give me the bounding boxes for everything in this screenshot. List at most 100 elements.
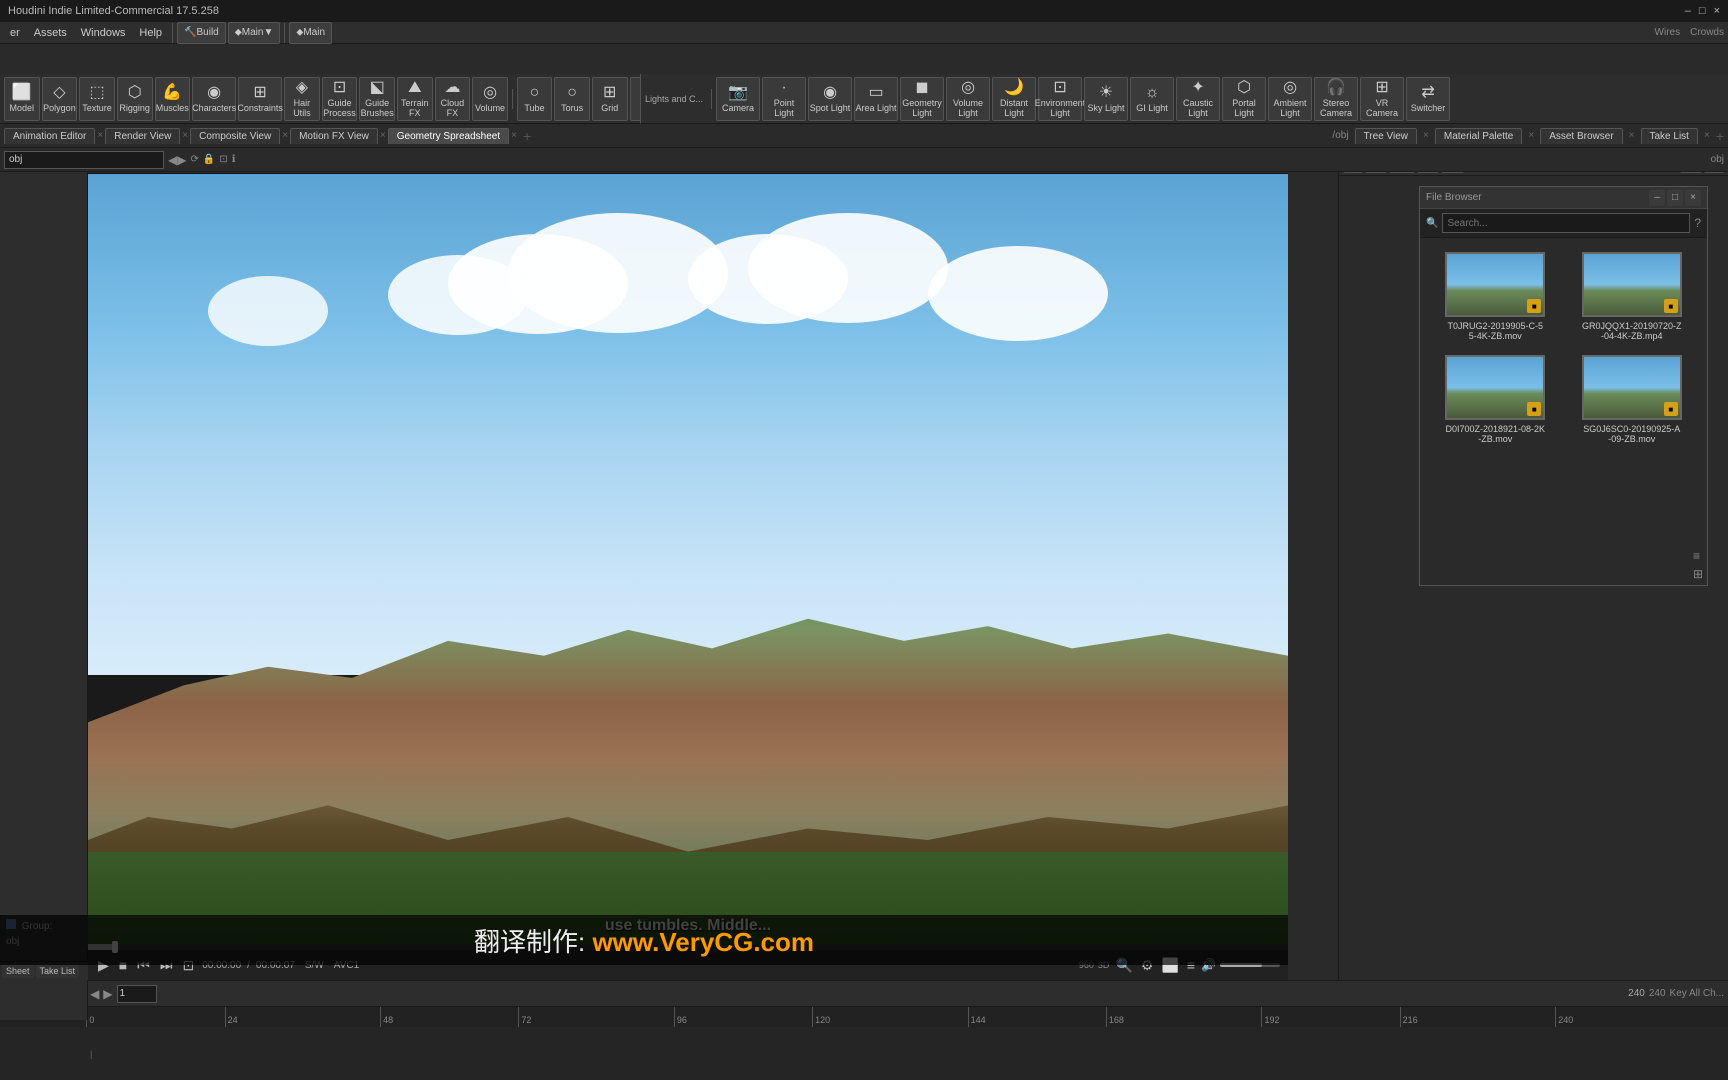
tool-characters[interactable]: ◉ Characters [192,77,236,121]
potplayer-window: PotPlayer ▼ MP4 Mountains - 25737.mp4 📌 … [88,148,1288,980]
tool-portal-light[interactable]: ⬡ Portal Light [1222,77,1266,121]
tool-cloud[interactable]: ☁ Cloud FX [435,77,471,121]
build-btn[interactable]: 🔨 Build [177,22,226,44]
ruler-168: 168 [1106,1007,1124,1027]
maximize-btn[interactable]: □ [1699,5,1706,17]
tab-geometry-spreadsheet[interactable]: Geometry Spreadsheet [388,128,509,144]
sync-icon[interactable]: ⟳ [190,154,198,165]
tool-rigging[interactable]: ⬡ Rigging [117,77,153,121]
frame-range-sep: 240 [1649,988,1666,999]
tool-grid[interactable]: ⊞ Grid [592,77,628,121]
point-light-icon: · [781,80,786,96]
tab-sheet[interactable]: Sheet [2,964,34,978]
tool-caustic-light[interactable]: ✦ Caustic Light [1176,77,1220,121]
tool-ambient-light[interactable]: ◎ Ambient Light [1268,77,1312,121]
tab-sep2: × [182,130,188,141]
tool-texture[interactable]: ⬚ Texture [79,77,115,121]
tool-area-light[interactable]: ▭ Area Light [854,77,898,121]
fw-close[interactable]: × [1685,190,1701,206]
volume-tool-icon: ◎ [483,85,497,101]
hair-icon: ◈ [296,80,308,96]
tool-hair[interactable]: ◈ Hair Utils [284,77,320,121]
tool-point-light[interactable]: · Point Light [762,77,806,121]
spot-light-icon: ◉ [823,85,837,101]
tool-spot-light[interactable]: ◉ Spot Light [808,77,852,121]
tool-volume[interactable]: ◎ Volume [472,77,508,121]
menu-assets[interactable]: Assets [28,25,73,41]
tool-switcher[interactable]: ⇄ Switcher [1406,77,1450,121]
path-input[interactable] [4,151,164,169]
timeline-frame-forward[interactable]: ▶ [103,987,112,1001]
file-badge-2: ■ [1664,299,1678,313]
tool-guide-process[interactable]: ⊡ Guide Process [322,77,358,121]
menu-er[interactable]: er [4,25,26,41]
tool-volume-light[interactable]: ◎ Volume Light [946,77,990,121]
tab-composite-view[interactable]: Composite View [190,128,280,144]
file-item-4[interactable]: ■ SG0J6SC0-20190925-A-09-ZB.mov [1567,351,1698,448]
tool-sky-light[interactable]: ☀ Sky Light [1084,77,1128,121]
tool-vr-camera[interactable]: ⊞ VR Camera [1360,77,1404,121]
tool-camera[interactable]: 📷 Camera [716,77,760,121]
tool-polygon[interactable]: ◇ Polygon [42,77,78,121]
vr-camera-icon: ⊞ [1375,80,1388,96]
tool-terrain[interactable]: ⛰ Terrain FX [397,77,433,121]
tool-stereo-camera[interactable]: 🎧 Stereo Camera [1314,77,1358,121]
tab-animation-editor[interactable]: Animation Editor [4,128,95,144]
tab-render-view[interactable]: Render View [105,128,180,144]
tab-add-icon[interactable]: + [523,128,531,144]
wires-label: Wires [1655,27,1681,38]
switcher-icon: ⇄ [1421,85,1434,101]
close-btn[interactable]: × [1714,5,1720,17]
lock-icon[interactable]: 🔒 [203,154,215,165]
ruler-120: 120 [812,1007,830,1027]
menu-windows[interactable]: Windows [75,25,132,41]
tool-distant-light[interactable]: 🌙 Distant Light [992,77,1036,121]
fw-minimize[interactable]: – [1649,190,1665,206]
main-selector[interactable]: ⬥ Main ▼ [228,22,281,44]
sidebar-placeholder [0,172,87,180]
tool-tube[interactable]: ○ Tube [517,77,553,121]
tab-material-palette[interactable]: Material Palette [1435,128,1522,144]
file-item-2[interactable]: ■ GR0JQQX1-20190720-Z-04-4K-ZB.mp4 [1567,248,1698,345]
info-icon[interactable]: ℹ [232,154,236,165]
minimize-btn[interactable]: – [1685,5,1691,17]
tool-model[interactable]: ⬜ Model [4,77,40,121]
right-tab-add[interactable]: + [1716,128,1724,144]
tool-muscles[interactable]: 💪 Muscles [155,77,191,121]
frame-box[interactable] [117,985,157,1003]
sky-light-icon: ☀ [1099,85,1113,101]
menu-help[interactable]: Help [133,25,168,41]
search-help[interactable]: ? [1694,216,1701,230]
file-grid: ■ T0JRUG2-2019905-C-55-4K-ZB.mov ■ GR0JQ… [1420,238,1707,458]
list-view-icon[interactable]: ≡ [1693,549,1703,563]
tool-gi-light[interactable]: ☼ GI Light [1130,77,1174,121]
file-item-1[interactable]: ■ T0JRUG2-2019905-C-55-4K-ZB.mov [1430,248,1561,345]
right-tab-group: /obj Tree View × Material Palette × Asse… [1332,128,1724,144]
right-panel: ≡ ⊞ ≡≡ ⊡ ⊟ ▶ × File Browser – □ × 🔍 ? [1338,148,1728,980]
tab-take-list[interactable]: Take List [1641,128,1698,144]
file-search-input[interactable] [1442,213,1690,233]
tab-sep3: × [282,130,288,141]
filter-icon[interactable]: ⊡ [219,154,227,165]
tool-geometry-light[interactable]: ◼ Geometry Light [900,77,944,121]
tool-constraints[interactable]: ⊞ Constraints [238,77,282,121]
tool-torus[interactable]: ○ Torus [554,77,590,121]
tab-motion-fx[interactable]: Motion FX View [290,128,378,144]
tool-env-light[interactable]: ⊡ Environment Light [1038,77,1082,121]
timeline-frame-back[interactable]: ◀ [90,987,99,1001]
tab-asset-browser[interactable]: Asset Browser [1540,128,1622,144]
floating-browser-window: File Browser – □ × 🔍 ? ■ [1419,186,1708,586]
timeline-ruler: 0 24 48 72 96 120 144 168 192 216 240 [0,1007,1728,1027]
file-item-3[interactable]: ■ D0I700Z-2018921-08-2K-ZB.mov [1430,351,1561,448]
lights-toolbar: Lights and C... 📷 Camera · Point Light ◉… [640,74,1728,124]
cloud-icon: ☁ [444,80,460,96]
tab-tree-view[interactable]: Tree View [1355,128,1417,144]
grid-view-icon[interactable]: ⊞ [1693,567,1703,581]
file-badge-1: ■ [1527,299,1541,313]
file-badge-3: ■ [1527,402,1541,416]
portal-light-icon: ⬡ [1237,80,1251,96]
path-arrow: ◀▶ [168,153,186,167]
fw-maximize[interactable]: □ [1667,190,1683,206]
tool-guide-brushes[interactable]: ⬕ Guide Brushes [359,77,395,121]
tab-take-list-bottom[interactable]: Take List [36,964,80,978]
